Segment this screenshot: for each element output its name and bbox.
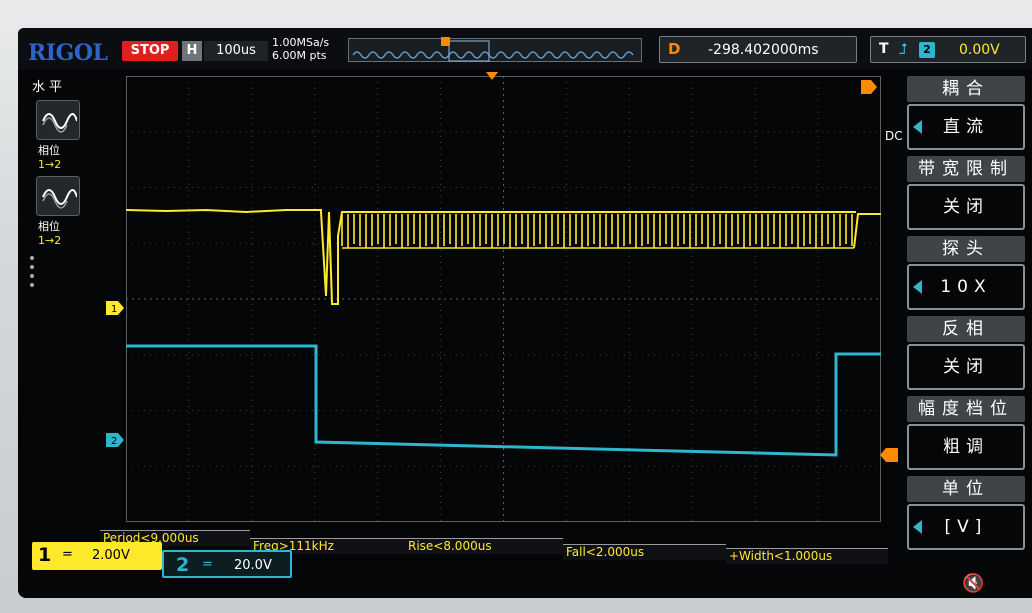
oscilloscope-screen: RIGOL STOP H 100us 1.00MSa/s 6.00M pts D…: [18, 28, 1032, 598]
menu-volts-div-value: 粗调: [943, 437, 989, 457]
horizontal-menu: 水平 相位 1→2 相位 1→2: [24, 74, 94, 544]
brand-logo: RIGOL: [28, 40, 108, 66]
menu-title-bandwidth: 带宽限制: [907, 156, 1025, 182]
waveform-graticule: [126, 76, 881, 522]
phase-label-1: 相位: [38, 144, 60, 157]
channel-1-coupling: =: [62, 547, 73, 562]
svg-text:2: 2: [111, 436, 117, 447]
menu-invert-value: 关闭: [943, 357, 989, 377]
waveform-display[interactable]: [126, 76, 881, 522]
status-bar: RIGOL STOP H 100us 1.00MSa/s 6.00M pts D…: [18, 28, 1032, 70]
phase-wave-icon: [42, 189, 77, 209]
memory-overview-waveform: [352, 40, 634, 62]
phase-sub-1: 1→2: [38, 158, 62, 171]
menu-coupling-value: 直流: [943, 117, 989, 137]
menu-bandwidth-value: 关闭: [943, 197, 989, 217]
channel-2-scale: 20.0V: [234, 558, 272, 573]
memory-depth: 6.00M pts: [272, 49, 327, 62]
menu-probe-button[interactable]: 10X: [907, 264, 1025, 310]
phase-wave-icon: [42, 113, 77, 133]
page-dots-indicator: [30, 256, 36, 292]
acquisition-info: 1.00MSa/s 6.00M pts: [272, 36, 329, 62]
phase-sub-2: 1→2: [38, 234, 62, 247]
channel-1-number: 1: [38, 544, 52, 566]
channel-1-scale: 2.00V: [92, 548, 130, 563]
trigger-position-marker: [441, 37, 450, 46]
menu-unit-value: [V]: [944, 517, 988, 537]
sample-rate: 1.00MSa/s: [272, 36, 330, 49]
trigger-level: 0.00V: [959, 42, 1000, 58]
menu-title-coupling: 耦合: [907, 76, 1025, 102]
memory-overview-strip[interactable]: [348, 38, 642, 62]
menu-bandwidth-button[interactable]: 关闭: [907, 184, 1025, 230]
channel-2-offset-marker[interactable]: 2: [106, 433, 124, 447]
horizontal-menu-title: 水平: [32, 80, 67, 95]
svg-text:1: 1: [111, 304, 117, 315]
measurement-fall-time[interactable]: Fall<2.000us: [563, 544, 726, 560]
menu-title-invert: 反相: [907, 316, 1025, 342]
menu-title-probe: 探头: [907, 236, 1025, 262]
phase-button-2[interactable]: [36, 176, 80, 216]
channel-1-offset-marker[interactable]: 1: [106, 301, 124, 315]
timebase-value[interactable]: 100us: [204, 41, 268, 61]
channel-2-settings[interactable]: 2 = 20.0V: [162, 550, 292, 578]
menu-coupling-button[interactable]: 直流: [907, 104, 1025, 150]
phase-button-1[interactable]: [36, 100, 80, 140]
measurement-rise-time[interactable]: Rise<8.000us: [405, 538, 563, 554]
menu-title-volts-div: 幅度档位: [907, 396, 1025, 422]
delay-panel[interactable]: D -298.402000ms: [659, 36, 857, 63]
channel-2-coupling: =: [202, 557, 213, 572]
run-stop-indicator[interactable]: STOP: [122, 41, 178, 61]
delay-label: D: [668, 40, 681, 58]
menu-probe-value: 10X: [940, 277, 992, 297]
channel-menu: DC 耦合 直流 带宽限制 关闭 探头 10X 反相 关闭 幅度档位 粗调 单位…: [885, 72, 1032, 552]
measurement-positive-width[interactable]: +Width<1.000us: [726, 548, 888, 564]
menu-volts-div-button[interactable]: 粗调: [907, 424, 1025, 470]
menu-arrow-icon: [913, 280, 922, 294]
delay-value: -298.402000ms: [708, 42, 819, 58]
menu-arrow-icon: [913, 520, 922, 534]
trigger-flag-icon: [861, 80, 877, 94]
speaker-mute-icon[interactable]: 🔇: [962, 573, 984, 594]
rising-edge-icon: ⮥: [899, 40, 908, 58]
trigger-time-marker[interactable]: [486, 72, 498, 80]
side-coupling-indicator: DC: [885, 129, 903, 143]
trigger-label: T: [879, 41, 889, 57]
menu-unit-button[interactable]: [V]: [907, 504, 1025, 550]
menu-invert-button[interactable]: 关闭: [907, 344, 1025, 390]
trigger-level-marker[interactable]: [880, 448, 898, 462]
menu-arrow-icon: [913, 120, 922, 134]
phase-label-2: 相位: [38, 220, 60, 233]
channel-1-settings[interactable]: 1 = 2.00V: [32, 542, 162, 570]
trigger-panel[interactable]: T ⮥ 2 0.00V: [870, 36, 1026, 63]
oscilloscope-bezel: RIGOL STOP H 100us 1.00MSa/s 6.00M pts D…: [0, 0, 1032, 613]
channel-2-number: 2: [176, 554, 190, 576]
menu-title-unit: 单位: [907, 476, 1025, 502]
trigger-source-badge: 2: [919, 42, 935, 58]
horizontal-label: H: [182, 41, 202, 61]
